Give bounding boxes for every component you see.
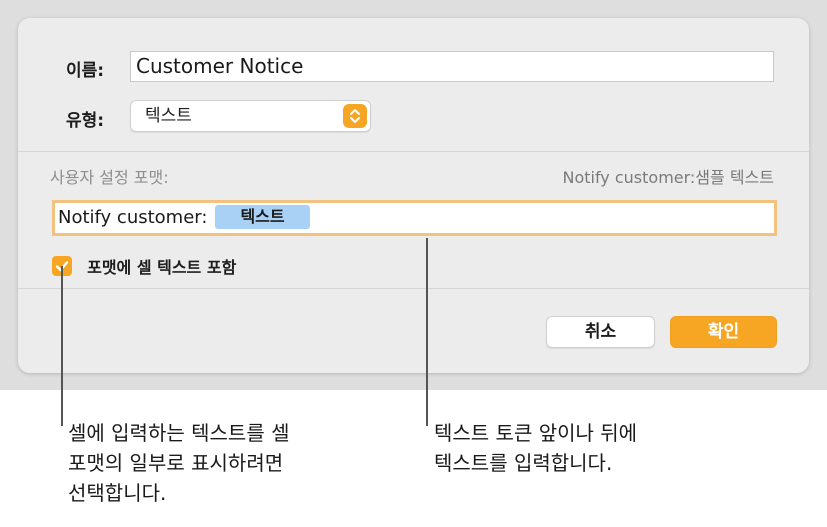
divider	[18, 151, 809, 152]
format-prefix-text: Notify customer:	[58, 207, 208, 228]
custom-format-dialog: 이름: Customer Notice 유형: 텍스트 사용자 설정 포맷: N…	[18, 18, 809, 373]
type-select-value: 텍스트	[145, 106, 192, 126]
callout-line: 포맷의 일부로 표시하려면	[68, 451, 284, 475]
callout-line-format-field	[426, 238, 428, 426]
callout-line-checkbox	[61, 266, 63, 426]
include-cell-text-option[interactable]: 포맷에 셀 텍스트 포함	[52, 254, 237, 277]
divider	[18, 288, 809, 289]
callout-checkbox-text: 셀에 입력하는 텍스트를 셀 포맷의 일부로 표시하려면 선택합니다.	[68, 418, 289, 508]
updown-chevrons-icon	[343, 104, 367, 128]
callout-line: 선택합니다.	[68, 481, 167, 505]
type-select[interactable]: 텍스트	[130, 100, 371, 132]
custom-format-label: 사용자 설정 포맷:	[50, 168, 169, 187]
cancel-button[interactable]: 취소	[546, 316, 655, 348]
name-label: 이름:	[66, 61, 105, 81]
callout-line: 셀에 입력하는 텍스트를 셀	[68, 421, 290, 445]
callout-line: 텍스트 토큰 앞이나 뒤에	[434, 421, 638, 445]
text-token[interactable]: 텍스트	[215, 205, 310, 229]
ok-button[interactable]: 확인	[670, 316, 777, 348]
custom-format-field[interactable]: Notify customer: 텍스트	[52, 200, 777, 236]
format-sample: Notify customer:샘플 텍스트	[562, 168, 774, 187]
type-label: 유형:	[66, 111, 105, 131]
name-field[interactable]: Customer Notice	[130, 51, 774, 82]
callout-format-text: 텍스트 토큰 앞이나 뒤에 텍스트를 입력합니다.	[434, 418, 637, 478]
include-cell-text-label: 포맷에 셀 텍스트 포함	[87, 258, 237, 277]
callout-line: 텍스트를 입력합니다.	[434, 451, 613, 475]
